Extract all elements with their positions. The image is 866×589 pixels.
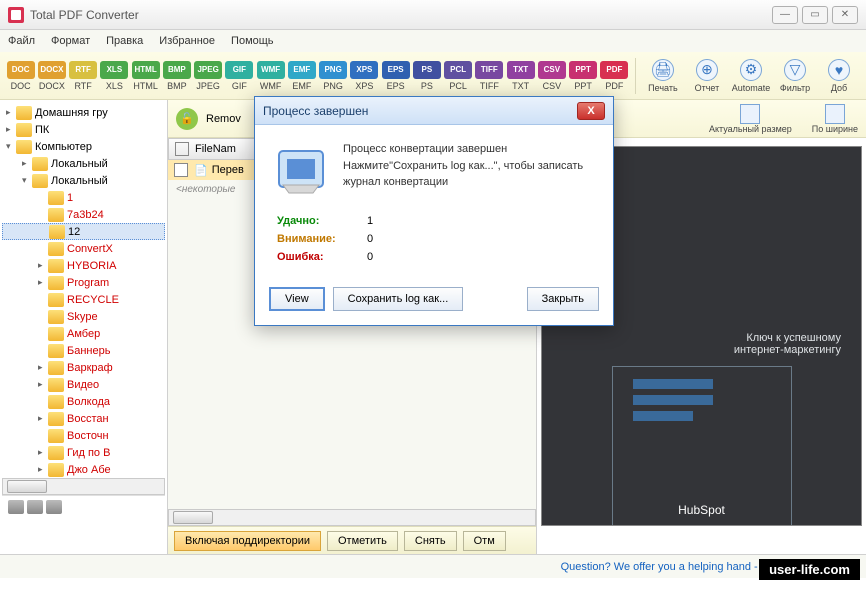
format-ps[interactable]: PSPS [412,61,441,91]
unlock-icon[interactable]: 🔓 [176,108,198,130]
tree-item[interactable]: ▸ПК [2,121,165,138]
tree-item[interactable]: Волкода [2,393,165,410]
conversion-stats: Удачно:1 Внимание:0 Ошибка:0 [277,215,595,263]
menu-help[interactable]: Помощь [231,35,274,47]
tree-item[interactable]: ▸Локальный [2,155,165,172]
format-ppt[interactable]: PPTPPT [569,61,598,91]
format-jpeg[interactable]: JPEGJPEG [194,61,223,91]
format-eps[interactable]: EPSEPS [381,61,410,91]
format-png[interactable]: PNGPNG [319,61,348,91]
save-log-button[interactable]: Сохранить log как... [333,287,464,311]
format-wmf[interactable]: WMFWMF [256,61,285,91]
format-xps[interactable]: XPSXPS [350,61,379,91]
actual-size-button[interactable]: Актуальный размер [709,104,792,134]
folder-tree[interactable]: ▸Домашняя гру▸ПК▾Компьютер▸Локальный▾Лок… [0,100,168,554]
format-doc[interactable]: DOCDOC [6,61,35,91]
menu-bar: Файл Формат Правка Избранное Помощь [0,30,866,52]
uncheck-button[interactable]: Снять [404,531,457,551]
tool-Доб[interactable]: ♥Доб [818,59,860,93]
cancel-sel-button[interactable]: Отм [463,531,506,551]
selection-bar: Включая поддиректории Отметить Снять Отм [168,526,536,554]
include-subdirs-button[interactable]: Включая поддиректории [174,531,321,551]
window-title: Total PDF Converter [30,8,139,22]
tree-item[interactable]: ConvertX [2,240,165,257]
minimize-button[interactable]: — [772,6,798,24]
file-name: Перев [212,164,244,176]
file-scrollbar[interactable] [168,509,536,526]
pdf-icon: 📄 [194,164,208,177]
format-rtf[interactable]: RTFRTF [69,61,98,91]
dialog-message-1: Процесс конвертации завершен [343,141,595,158]
tree-view-icons[interactable] [2,495,165,518]
format-csv[interactable]: CSVCSV [537,61,566,91]
remove-label[interactable]: Remov [206,113,241,125]
device-illustration [612,366,792,526]
tool-Отчет[interactable]: ⊕Отчет [686,59,728,93]
format-xls[interactable]: XLSXLS [100,61,129,91]
tree-scrollbar[interactable] [2,478,165,495]
tree-item[interactable]: Амбер [2,325,165,342]
tree-item[interactable]: ▸Джо Абе [2,461,165,478]
tool-Automate[interactable]: ⚙Automate [730,59,772,93]
tool-Фильтр[interactable]: ▽Фильтр [774,59,816,93]
menu-format[interactable]: Формат [51,35,90,47]
status-bar: Question? We offer you a helping hand - … [0,554,866,578]
select-all-checkbox[interactable] [175,142,189,156]
fit-width-button[interactable]: По ширине [812,104,858,134]
format-gif[interactable]: GIFGIF [225,61,254,91]
dialog-close-button[interactable]: X [577,102,605,120]
format-docx[interactable]: DOCXDOCX [37,61,66,91]
close-button[interactable]: Закрыть [527,287,599,311]
completion-dialog: Процесс завершен X Процесс конвертации з… [254,96,614,326]
tree-item[interactable]: ▾Компьютер [2,138,165,155]
watermark: user-life.com [759,559,860,580]
file-checkbox[interactable] [174,163,188,177]
tree-item[interactable]: ▸Восстан [2,410,165,427]
dialog-title: Процесс завершен [263,104,368,118]
format-pcl[interactable]: PCLPCL [444,61,473,91]
tree-item[interactable]: 1 [2,189,165,206]
tree-item[interactable]: 12 [2,223,165,240]
tool-Печать[interactable]: 🖨Печать [642,59,684,93]
help-text: Question? We offer you a helping hand - [561,561,758,573]
dialog-titlebar[interactable]: Процесс завершен X [255,97,613,125]
tree-item[interactable]: ▸Варкраф [2,359,165,376]
app-icon [8,7,24,23]
tree-item[interactable]: ▸Домашняя гру [2,104,165,121]
format-toolbar: DOCDOCDOCXDOCXRTFRTFXLSXLSHTMLHTMLBMPBMP… [0,52,866,100]
column-filename[interactable]: FileNam [195,143,236,155]
tree-item[interactable]: Восточн [2,427,165,444]
tree-item[interactable]: RECYCLE [2,291,165,308]
format-html[interactable]: HTMLHTML [131,61,160,91]
menu-favorites[interactable]: Избранное [159,35,215,47]
check-button[interactable]: Отметить [327,531,398,551]
tree-item[interactable]: ▸Видео [2,376,165,393]
dialog-message-2: Нажмите"Сохранить log как...", чтобы зап… [343,158,595,191]
tree-item[interactable]: Skype [2,308,165,325]
format-bmp[interactable]: BMPBMP [162,61,191,91]
format-pdf[interactable]: PDFPDF [600,61,629,91]
close-window-button[interactable]: ✕ [832,6,858,24]
view-button[interactable]: View [269,287,325,311]
convert-icon [273,141,329,197]
tree-item[interactable]: ▸Гид по В [2,444,165,461]
format-txt[interactable]: TXTTXT [506,61,535,91]
maximize-button[interactable]: ▭ [802,6,828,24]
format-emf[interactable]: EMFEMF [287,61,316,91]
tree-item[interactable]: Баннерь [2,342,165,359]
menu-edit[interactable]: Правка [106,35,143,47]
tree-item[interactable]: ▸HYBORIA [2,257,165,274]
tree-item[interactable]: ▸Program [2,274,165,291]
format-tiff[interactable]: TIFFTIFF [475,61,504,91]
tree-item[interactable]: ▾Локальный [2,172,165,189]
hubspot-logo: HubSpot [542,503,861,517]
tree-item[interactable]: 7a3b24 [2,206,165,223]
window-titlebar: Total PDF Converter — ▭ ✕ [0,0,866,30]
menu-file[interactable]: Файл [8,35,35,47]
